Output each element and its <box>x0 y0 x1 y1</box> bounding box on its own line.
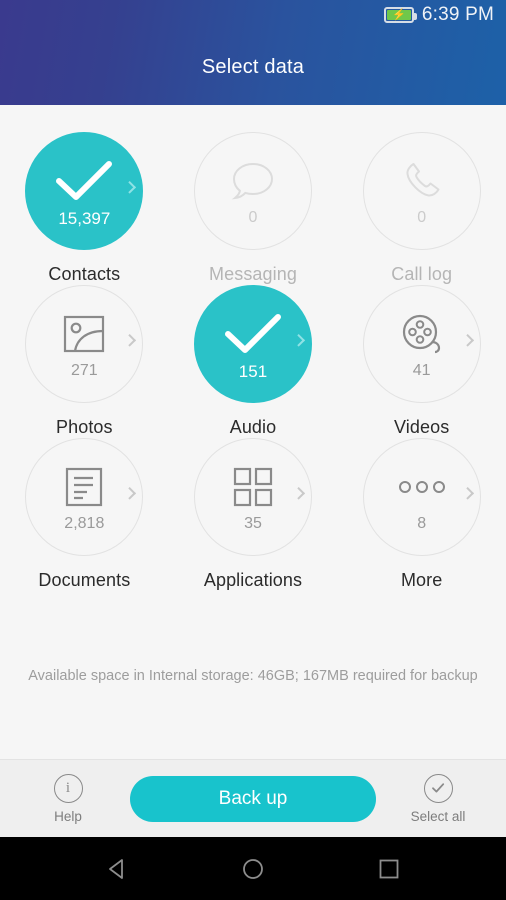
page-title: Select data <box>201 56 305 78</box>
grid-item-applications[interactable]: 35 Applications <box>169 438 338 591</box>
chevron-right-icon <box>123 180 137 194</box>
status-clock: 6:39 PM <box>421 4 494 25</box>
select-all-button[interactable]: Select all <box>392 773 484 824</box>
chevron-right-icon <box>292 486 306 500</box>
storage-note: Available space in Internal storage: 46G… <box>28 668 478 684</box>
chevron-right-icon <box>292 333 306 347</box>
contacts-label: Contacts <box>48 264 121 284</box>
documents-circle[interactable]: 2,818 <box>25 438 144 556</box>
check-circle-icon <box>423 773 453 803</box>
app-header: ⚡ 6:39 PM Select data <box>0 0 506 105</box>
grid-item-messaging[interactable]: 0 Messaging <box>169 132 338 285</box>
grid-item-documents[interactable]: 2,818 Documents <box>0 438 169 591</box>
apps-grid-icon <box>232 464 274 510</box>
applications-count: 35 <box>244 515 262 532</box>
messaging-count: 0 <box>248 209 258 226</box>
circle-home-icon[interactable] <box>237 853 269 885</box>
info-circle-icon: i <box>53 773 83 803</box>
audio-circle[interactable]: 151 <box>193 285 312 403</box>
audio-label: Audio <box>229 417 277 437</box>
messaging-circle[interactable]: 0 <box>193 132 312 250</box>
applications-label: Applications <box>203 570 303 590</box>
audio-count: 151 <box>238 361 268 381</box>
android-navigation-bar <box>0 837 506 900</box>
messaging-label: Messaging <box>209 264 297 284</box>
call-log-label: Call log <box>391 264 453 284</box>
select-all-label: Select all <box>410 808 466 824</box>
more-label: More <box>400 570 443 590</box>
triangle-back-icon[interactable] <box>101 853 133 885</box>
check-icon <box>224 311 282 357</box>
help-button[interactable]: i Help <box>22 773 114 824</box>
call-log-circle[interactable]: 0 <box>362 132 481 250</box>
documents-count: 2,818 <box>64 515 105 532</box>
back-up-button[interactable]: Back up <box>130 775 376 822</box>
photos-label: Photos <box>56 417 113 437</box>
film-reel-icon <box>401 311 443 357</box>
document-icon <box>65 464 103 510</box>
contacts-circle[interactable]: 15,397 <box>25 132 144 250</box>
applications-circle[interactable]: 35 <box>193 438 312 556</box>
phone-icon <box>400 158 444 204</box>
grid-item-contacts[interactable]: 15,397 Contacts <box>0 132 169 285</box>
documents-label: Documents <box>38 570 131 590</box>
data-category-grid: 15,397 Contacts 0 Messaging 0 Call log 2… <box>0 105 506 591</box>
more-circle[interactable]: 8 <box>362 438 481 556</box>
videos-circle[interactable]: 41 <box>362 285 481 403</box>
battery-charging-icon: ⚡ <box>383 7 417 23</box>
ellipsis-icon <box>398 464 446 510</box>
contacts-count: 15,397 <box>58 208 111 228</box>
grid-item-photos[interactable]: 271 Photos <box>0 285 169 438</box>
grid-item-call-log[interactable]: 0 Call log <box>337 132 506 285</box>
speech-bubble-icon <box>230 158 276 204</box>
chevron-right-icon <box>123 333 137 347</box>
videos-label: Videos <box>394 417 450 437</box>
more-count: 8 <box>417 515 427 532</box>
check-icon <box>55 158 113 204</box>
square-recents-icon[interactable] <box>373 853 405 885</box>
grid-item-videos[interactable]: 41 Videos <box>337 285 506 438</box>
chevron-right-icon <box>460 333 474 347</box>
image-icon <box>63 311 105 357</box>
videos-count: 41 <box>412 362 431 379</box>
photos-count: 271 <box>70 362 98 379</box>
help-label: Help <box>54 808 82 824</box>
chevron-right-icon <box>460 486 474 500</box>
call-log-count: 0 <box>417 209 427 226</box>
grid-item-audio[interactable]: 151 Audio <box>169 285 338 438</box>
photos-circle[interactable]: 271 <box>25 285 144 403</box>
bottom-action-bar: i Help Back up Select all <box>0 759 506 837</box>
status-bar: ⚡ 6:39 PM <box>0 0 506 30</box>
chevron-right-icon <box>123 486 137 500</box>
grid-item-more[interactable]: 8 More <box>337 438 506 591</box>
